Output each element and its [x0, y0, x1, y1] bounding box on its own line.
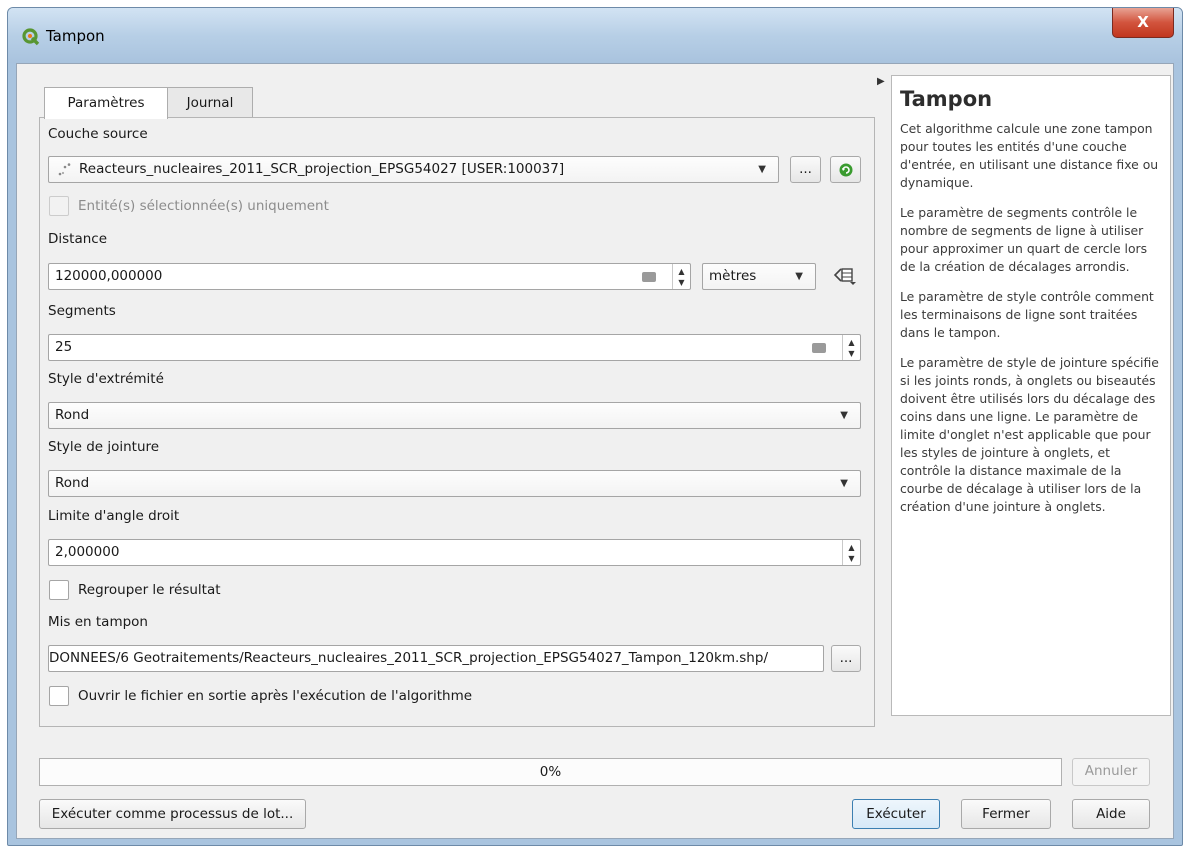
- miter-limit-label: Limite d'angle droit: [48, 508, 180, 524]
- help-title: Tampon: [900, 87, 993, 111]
- join-style-label: Style de jointure: [48, 439, 160, 455]
- source-layer-value: Reacteurs_nucleaires_2011_SCR_projection…: [79, 161, 565, 177]
- title-bar: Tampon X: [8, 8, 1182, 63]
- distance-value: 120000,000000: [55, 268, 163, 284]
- clear-icon[interactable]: [642, 272, 656, 282]
- browse-label: ...: [839, 650, 853, 666]
- end-cap-label: Style d'extrémité: [48, 371, 164, 387]
- end-cap-value: Rond: [55, 407, 90, 423]
- output-path-value: /DONNEES/6 Geotraitements/Reacteurs_nucl…: [49, 650, 768, 666]
- run-label: Exécuter: [866, 806, 926, 822]
- segments-value: 25: [55, 339, 73, 355]
- end-cap-combo[interactable]: Rond ▼: [48, 402, 861, 429]
- source-layer-combo[interactable]: Reacteurs_nucleaires_2011_SCR_projection…: [48, 156, 779, 183]
- distance-label: Distance: [48, 231, 108, 247]
- batch-label: Exécuter comme processus de lot...: [51, 806, 294, 822]
- iterate-refresh-button[interactable]: [830, 156, 861, 183]
- open-output-label: Ouvrir le fichier en sortie après l'exéc…: [78, 688, 473, 704]
- output-path-input[interactable]: /DONNEES/6 Geotraitements/Reacteurs_nucl…: [48, 645, 824, 672]
- chevron-down-icon: ▼: [795, 271, 803, 282]
- window-title: Tampon: [46, 27, 105, 45]
- tab-label: Journal: [186, 95, 234, 111]
- batch-process-button[interactable]: Exécuter comme processus de lot...: [39, 799, 306, 829]
- spinner-arrows-icon[interactable]: ▲ ▼: [842, 540, 860, 565]
- point-layer-icon: [58, 163, 71, 176]
- splitter-arrow-icon[interactable]: ▶: [877, 76, 885, 87]
- spinner-arrows-icon[interactable]: ▲ ▼: [842, 335, 860, 360]
- help-button[interactable]: Aide: [1072, 799, 1150, 829]
- help-paragraph: Cet algorithme calcule une zone tampon p…: [900, 121, 1159, 190]
- browse-label: ...: [799, 161, 812, 177]
- chevron-down-icon: ▼: [840, 410, 848, 421]
- tab-parametres[interactable]: Paramètres: [44, 87, 168, 119]
- output-browse-button[interactable]: ...: [831, 645, 861, 672]
- qgis-logo-icon: [22, 28, 40, 46]
- window-close-button[interactable]: X: [1112, 8, 1174, 38]
- miter-limit-value: 2,000000: [55, 544, 120, 560]
- close-label: Fermer: [982, 806, 1030, 822]
- progress-text: 0%: [539, 764, 562, 780]
- close-button[interactable]: Fermer: [961, 799, 1051, 829]
- chevron-down-icon: ▼: [758, 164, 766, 175]
- segments-input[interactable]: 25 ▲ ▼: [48, 334, 861, 361]
- source-browse-button[interactable]: ...: [790, 156, 821, 183]
- distance-unit-value: mètres: [709, 268, 757, 284]
- selected-only-checkbox[interactable]: [49, 196, 69, 216]
- dissolve-label: Regrouper le résultat: [78, 582, 221, 598]
- selected-only-label: Entité(s) sélectionnée(s) uniquement: [78, 198, 329, 214]
- distance-unit-combo[interactable]: mètres ▼: [702, 263, 816, 290]
- chevron-down-icon: ▼: [840, 478, 848, 489]
- dissolve-checkbox[interactable]: [49, 580, 69, 600]
- dialog-window: Tampon X Paramètres Journal ▶ Couche sou…: [7, 7, 1183, 846]
- cancel-button[interactable]: Annuler: [1072, 758, 1150, 786]
- source-layer-label: Couche source: [48, 126, 148, 142]
- close-icon: X: [1137, 13, 1149, 31]
- parameters-panel: Couche source Reacteurs_nucleaires_2011_…: [39, 117, 875, 727]
- clear-icon[interactable]: [812, 343, 826, 353]
- run-button[interactable]: Exécuter: [852, 799, 940, 829]
- help-paragraph: Le paramètre de style contrôle comment l…: [900, 289, 1154, 340]
- join-style-combo[interactable]: Rond ▼: [48, 470, 861, 497]
- tab-journal[interactable]: Journal: [167, 87, 253, 118]
- spinner-arrows-icon[interactable]: ▲ ▼: [672, 264, 690, 289]
- open-output-checkbox[interactable]: [49, 686, 69, 706]
- miter-limit-input[interactable]: 2,000000 ▲ ▼: [48, 539, 861, 566]
- tab-label: Paramètres: [67, 95, 145, 111]
- data-defined-override-button[interactable]: [832, 266, 860, 288]
- cancel-label: Annuler: [1084, 763, 1138, 779]
- segments-label: Segments: [48, 303, 116, 319]
- help-paragraph: Le paramètre de style de jointure spécif…: [900, 355, 1159, 514]
- data-defined-icon: [833, 268, 856, 285]
- refresh-icon: [839, 163, 852, 177]
- join-style-value: Rond: [55, 475, 90, 491]
- distance-input[interactable]: 120000,000000 ▲ ▼: [48, 263, 691, 290]
- help-panel: Tampon Cet algorithme calcule une zone t…: [891, 75, 1171, 716]
- help-label: Aide: [1096, 806, 1126, 822]
- dialog-client-area: Paramètres Journal ▶ Couche source React…: [16, 63, 1174, 839]
- help-paragraph: Le paramètre de segments contrôle le nom…: [900, 205, 1148, 274]
- progress-bar: 0%: [39, 758, 1062, 786]
- output-label: Mis en tampon: [48, 614, 148, 630]
